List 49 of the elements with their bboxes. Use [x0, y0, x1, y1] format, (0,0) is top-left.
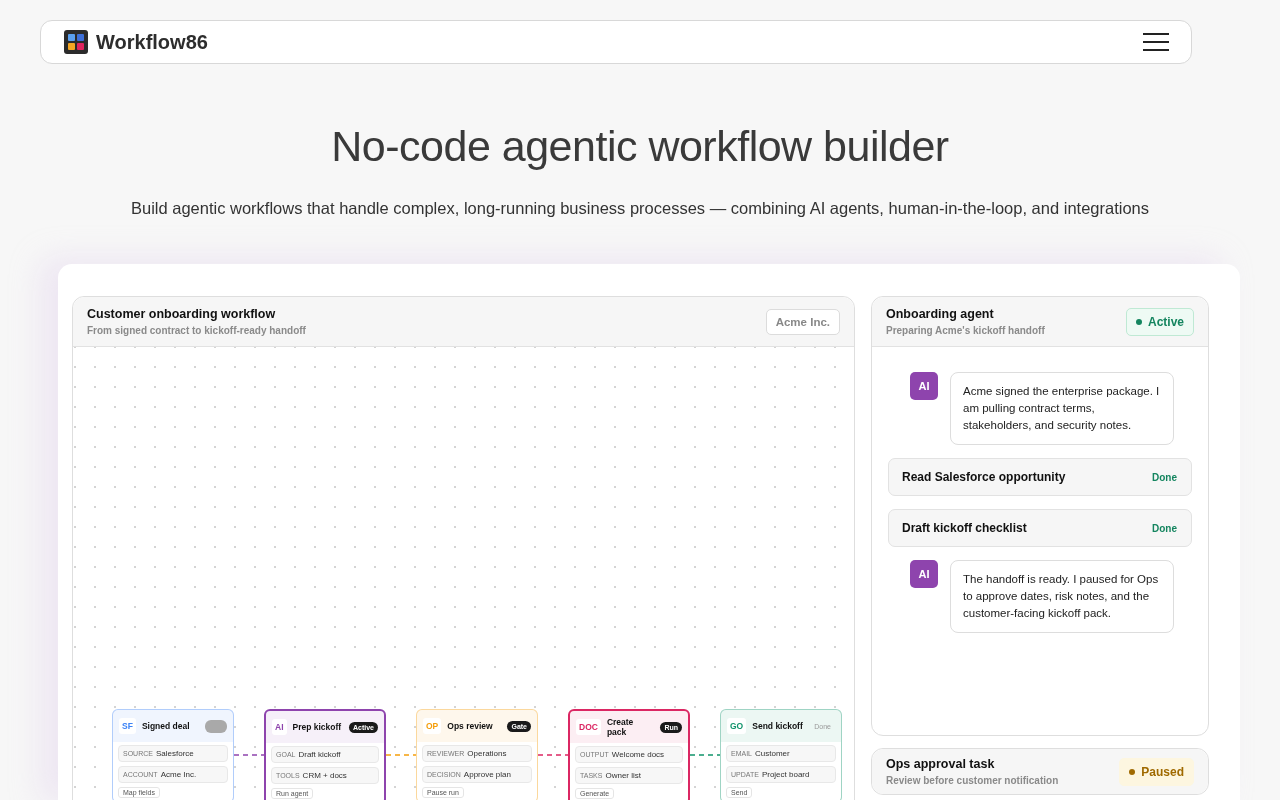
field-value: Owner list [605, 771, 641, 780]
node-title: Send kickoff [752, 721, 804, 731]
step-status: Done [1152, 522, 1177, 534]
step-status: Done [1152, 471, 1177, 483]
node-title: Signed deal [141, 721, 191, 731]
connector-line [690, 751, 720, 759]
field-value: Customer [755, 749, 790, 758]
field-value: Welcome docs [611, 750, 665, 759]
connector-line [234, 751, 264, 759]
connector-line [386, 751, 416, 759]
field-value: Approve plan [463, 770, 511, 779]
hero-title: No-code agentic workflow builder [331, 122, 949, 171]
account-tag: Acme Inc. [765, 308, 840, 335]
field-value: Salesforce [155, 749, 194, 758]
hero-subtitle: Build agentic workflows that handle complex, long-running business processes — combining AI agents, human-in-the-loop, and integrations [130, 199, 1150, 218]
node-title: Ops review [447, 721, 494, 731]
field-value: CRM + docs [302, 771, 347, 780]
status-dot-icon [1129, 768, 1136, 775]
connector-line [538, 751, 568, 759]
field-value: Acme Inc. [160, 770, 197, 779]
task-subtitle: Review before customer notification [886, 775, 1059, 786]
brand-name[interactable]: Workflow86 [96, 30, 208, 54]
agent-subtitle: Preparing Acme's kickoff handoff [886, 325, 1045, 336]
step-title: Draft kickoff checklist [902, 521, 1027, 535]
node-title: Prep kickoff [292, 722, 343, 732]
step-title: Read Salesforce opportunity [902, 470, 1066, 484]
agent-title: Onboarding agent [886, 307, 995, 321]
workflow-title: Customer onboarding workflow [87, 307, 277, 321]
node-code: SF [119, 718, 136, 734]
logo-icon [64, 30, 88, 54]
menu-icon [1143, 32, 1169, 52]
chat-message: The handoff is ready. I paused for Ops to approve dates, risk notes, and the customer-facing kickoff pack. [950, 560, 1174, 633]
node-code: GO [727, 718, 747, 734]
chat-message: Acme signed the enterprise package. I am pulling contract terms, stakeholders, and security notes. [950, 372, 1174, 445]
status-pill [205, 719, 227, 733]
status-text: Active [1147, 314, 1184, 329]
field-value: Project board [761, 770, 810, 779]
status-text: Paused [1141, 764, 1184, 779]
node-title: Create pack [606, 717, 635, 737]
ai-avatar: AI [910, 372, 938, 400]
field-value: Draft kickoff [298, 750, 341, 759]
workflow-subtitle: From signed contract to kickoff-ready handoff [87, 325, 306, 336]
node-code: DOC [576, 719, 601, 735]
status-dot-icon [1135, 318, 1142, 325]
ai-avatar: AI [910, 560, 938, 588]
node-code: AI [272, 719, 287, 735]
node-code: OP [423, 718, 442, 734]
field-value: Operations [467, 749, 507, 758]
task-title: Ops approval task [886, 757, 996, 771]
